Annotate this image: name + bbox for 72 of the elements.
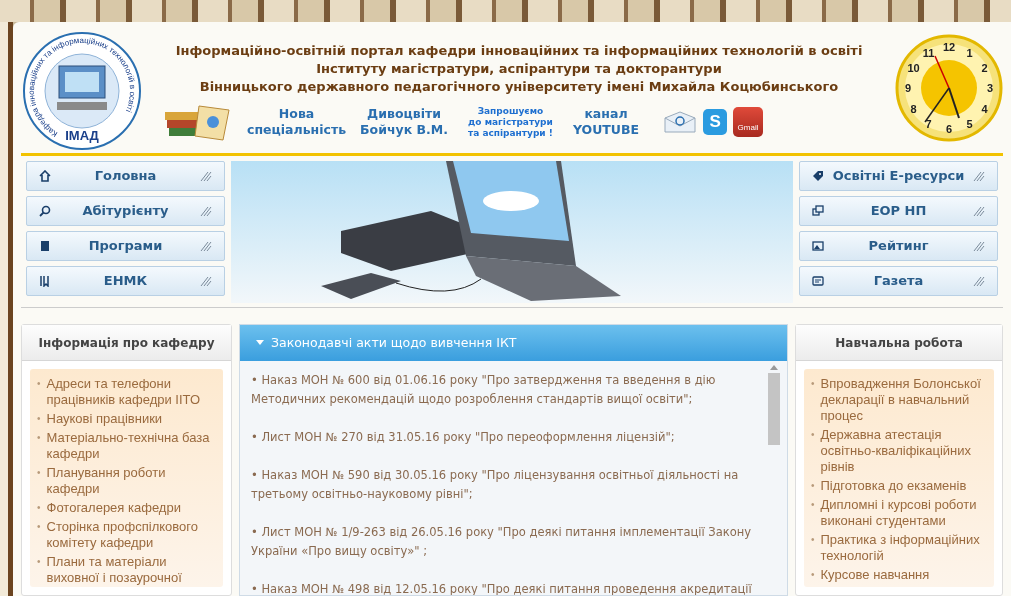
home-icon (39, 170, 51, 182)
bullet: • (811, 428, 815, 442)
menu-link[interactable]: Практика з інформаційних технологій (820, 532, 987, 564)
nav-button[interactable]: Головна (26, 161, 225, 191)
menu-link[interactable]: Наукові працівники (46, 411, 163, 427)
section-header[interactable]: Законодавчі акти щодо вивчення ІКТ (240, 325, 787, 361)
hatch-icon (973, 170, 985, 182)
news-item: • Наказ МОН № 590 від 30.05.16 року "Про ліцензування освітньої діяльності на третьому освітньо-науковому рівні"; (251, 467, 740, 503)
menu-link[interactable]: Впровадження Болонської декларації в навчальний процес (820, 376, 987, 424)
bullet: • (37, 555, 41, 569)
header-link[interactable]: Запрошуємо до магістратури та аспірантури ! (467, 105, 553, 139)
menu-link[interactable]: Фотогалерея кафедри (46, 500, 181, 516)
windows-icon (812, 205, 824, 217)
gmail-icon[interactable]: Gmail (733, 107, 764, 137)
nav-button[interactable]: Рейтинг (799, 231, 998, 261)
caret-icon (256, 340, 264, 346)
search-icon (39, 205, 51, 217)
menu-link[interactable]: Адреси та телефони працівників кафедри ІІТО (46, 376, 216, 408)
bullet: • (37, 466, 41, 480)
page-title: Вінницького державного педагогічного університету імені Михайла Коцюбинського (199, 78, 839, 96)
nav-button[interactable]: ЕОР НП (799, 196, 998, 226)
column-title: Навчальна робота (796, 325, 1002, 361)
bullet: • (37, 501, 41, 515)
menu-link[interactable]: Планування роботи кафедри (46, 465, 216, 497)
header-link[interactable]: канал YOUTUBE (572, 106, 640, 138)
menu-link[interactable]: Дипломні і курсові роботи виконані студентами (820, 497, 987, 529)
news-item: • Наказ МОН № 600 від 01.06.16 року "Про затвердження та введення в дію Методичних рекомендацій щодо розроблення стандартів вищої освіти"; (251, 372, 717, 408)
column-title: Інформація про кафедру (22, 325, 231, 361)
bullet: • (37, 377, 41, 391)
nav-button[interactable]: Абітурієнту (26, 196, 225, 226)
menu-link[interactable]: Матеріально-технічна база кафедри (46, 430, 216, 462)
menu-link[interactable]: Підготовка до екзаменів (820, 478, 967, 494)
hatch-icon (200, 205, 212, 217)
clock-drawing: 11 12 1 10 2 9 3 8 4 7 6 5 (895, 34, 1003, 142)
bookmark-icon (39, 275, 51, 287)
header-link[interactable]: Дивоцвіти Бойчук В.М. (360, 106, 448, 138)
card-icon (812, 275, 824, 287)
email-icon (663, 110, 698, 134)
book-icon (39, 240, 51, 252)
scroll-thumb[interactable] (768, 373, 780, 445)
news-item: • Наказ МОН № 498 від 12.05.16 року "Про деякі питання проведення акредитації (251, 581, 753, 595)
menu-link[interactable]: Сторінка профспілкового комітету кафедри (46, 519, 216, 551)
nav-button[interactable]: Газета (799, 266, 998, 296)
hatch-icon (200, 275, 212, 287)
hatch-icon (200, 170, 212, 182)
nav-button[interactable]: Програми (26, 231, 225, 261)
image-icon (812, 240, 824, 252)
page-title: Інформаційно-освітній портал кафедри інноваційних та інформаційних технологій в освіті (175, 42, 863, 60)
skype-icon[interactable]: S (703, 109, 728, 135)
bullet: • (37, 520, 41, 534)
bullet: • (811, 479, 815, 493)
bullet: • (811, 533, 815, 547)
menu-link[interactable]: Державна атестація освітньо-кваліфікаційних рівнів (820, 427, 987, 475)
nav-button[interactable]: ЕНМК (26, 266, 225, 296)
page-title: Інституту магістратури, аспірантури та докторантури (316, 60, 722, 78)
bullet: • (811, 377, 815, 391)
news-item: • Лист МОН № 270 від 31.05.16 року "Про переоформлення ліцензій"; (251, 429, 676, 446)
menu-link[interactable]: Курсове навчання (820, 567, 930, 583)
tag-icon (812, 170, 824, 182)
hatch-icon (973, 240, 985, 252)
menu-link[interactable]: Плани та матеріали виховної і позаурочної (46, 554, 216, 586)
scroll-up-icon (770, 365, 778, 370)
bullet: • (37, 431, 41, 445)
hatch-icon (973, 205, 985, 217)
nav-button[interactable]: Освітні Е-ресурси (799, 161, 998, 191)
hatch-icon (973, 275, 985, 287)
bullet: • (37, 412, 41, 426)
bullet: • (811, 568, 815, 582)
news-item: • Лист МОН № 1/9-263 від 26.05.16 року "Про деякі питання імплементації Закону України «Про вищу освіту»" ; (251, 524, 753, 560)
header-link[interactable]: Нова спеціальність (247, 106, 347, 138)
hatch-icon (200, 240, 212, 252)
bullet: • (811, 498, 815, 512)
